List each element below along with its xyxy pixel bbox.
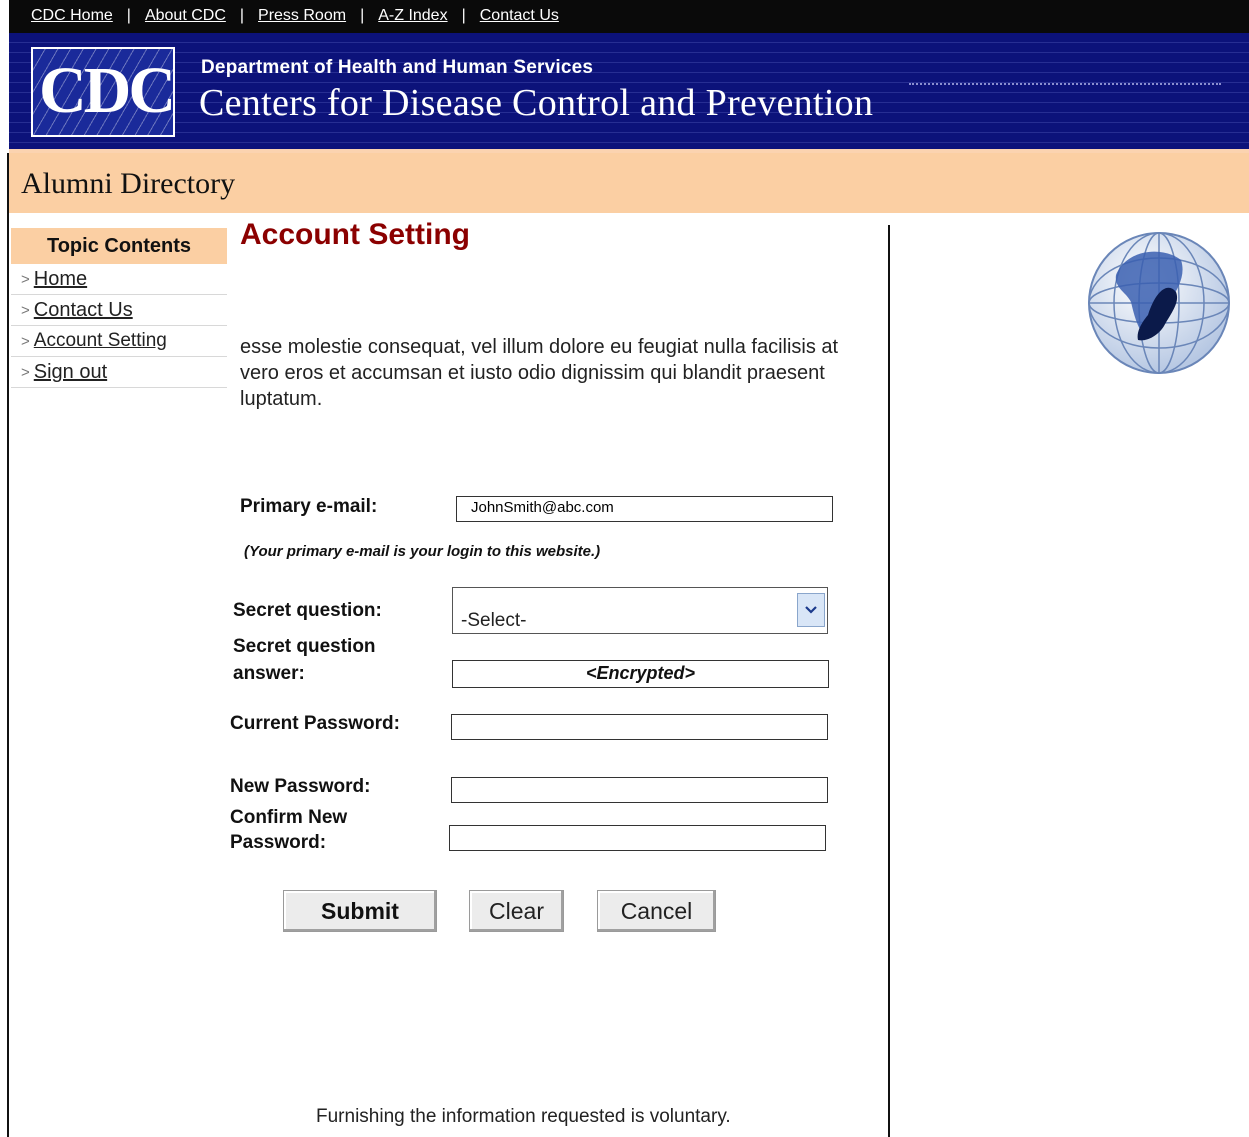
topic-contents-nav: Topic Contents > Home > Contact Us > Acc…	[11, 228, 227, 388]
nav-item-label[interactable]: Account Setting	[34, 330, 167, 352]
chevron-right-icon: >	[21, 332, 30, 350]
chevron-right-icon: >	[21, 363, 30, 381]
department-name: Department of Health and Human Services	[201, 57, 594, 78]
top-link-separator: |	[360, 7, 365, 24]
top-utility-bar: CDC Home | About CDC | Press Room | A-Z …	[9, 0, 1249, 33]
top-link-press-room[interactable]: Press Room	[258, 7, 346, 25]
voluntary-notice: Furnishing the information requested is …	[316, 1106, 731, 1127]
nav-item-account-setting[interactable]: > Account Setting	[11, 326, 227, 357]
globe-icon	[1086, 230, 1232, 376]
content-divider	[888, 225, 890, 1137]
nav-item-home[interactable]: > Home	[11, 264, 227, 295]
banner-dotted-line	[909, 83, 1221, 85]
cdc-banner: CDC Department of Health and Human Servi…	[9, 33, 1249, 149]
top-link-about-cdc[interactable]: About CDC	[145, 7, 226, 25]
secret-question-select[interactable]: -Select-	[452, 587, 828, 634]
secret-answer-label-line1: Secret question	[233, 636, 376, 657]
top-link-separator: |	[126, 7, 131, 24]
page-title: Account Setting	[240, 218, 470, 251]
cancel-button[interactable]: Cancel	[597, 890, 716, 932]
confirm-password-field[interactable]	[449, 825, 826, 851]
nav-item-contact-us[interactable]: > Contact Us	[11, 295, 227, 326]
chevron-right-icon: >	[21, 270, 30, 288]
primary-email-hint: (Your primary e-mail is your login to th…	[244, 543, 601, 560]
primary-email-label: Primary e-mail:	[240, 496, 378, 517]
agency-name: Centers for Disease Control and Preventi…	[199, 82, 874, 124]
secret-answer-field[interactable]: <Encrypted>	[452, 660, 829, 688]
secret-answer-label-line2: answer:	[233, 663, 305, 684]
top-links: CDC Home | About CDC | Press Room | A-Z …	[31, 7, 559, 25]
primary-email-field[interactable]: JohnSmith@abc.com	[456, 496, 833, 522]
new-password-field[interactable]	[451, 777, 828, 803]
top-link-contact-us[interactable]: Contact Us	[480, 7, 559, 25]
nav-heading: Topic Contents	[11, 228, 227, 264]
clear-button[interactable]: Clear	[469, 890, 564, 932]
current-password-label: Current Password:	[230, 713, 400, 734]
secret-question-label: Secret question:	[233, 600, 382, 621]
dropdown-arrow-icon[interactable]	[797, 593, 825, 627]
cdc-logo[interactable]: CDC	[31, 47, 175, 137]
submit-button[interactable]: Submit	[283, 890, 437, 932]
top-link-separator: |	[461, 7, 466, 24]
nav-item-label[interactable]: Sign out	[34, 361, 107, 384]
top-link-cdc-home[interactable]: CDC Home	[31, 7, 113, 25]
top-link-separator: |	[239, 7, 245, 24]
confirm-password-label-line1: Confirm New	[230, 807, 348, 828]
cdc-logo-text: CDC	[39, 54, 173, 127]
confirm-password-label-line2: Password:	[230, 832, 327, 853]
nav-item-label[interactable]: Contact Us	[34, 299, 133, 322]
section-title: Alumni Directory	[21, 167, 236, 200]
intro-text: esse molestie consequat, vel illum dolor…	[240, 336, 839, 410]
nav-item-label[interactable]: Home	[34, 268, 87, 291]
secret-question-selected-value: -Select-	[461, 610, 527, 631]
top-link-a-z-index[interactable]: A-Z Index	[378, 7, 447, 25]
nav-item-sign-out[interactable]: > Sign out	[11, 357, 227, 388]
current-password-field[interactable]	[451, 714, 828, 740]
new-password-label: New Password:	[230, 776, 371, 797]
left-border-line	[7, 153, 9, 1137]
section-header: Alumni Directory	[9, 153, 1249, 213]
chevron-right-icon: >	[21, 301, 30, 319]
